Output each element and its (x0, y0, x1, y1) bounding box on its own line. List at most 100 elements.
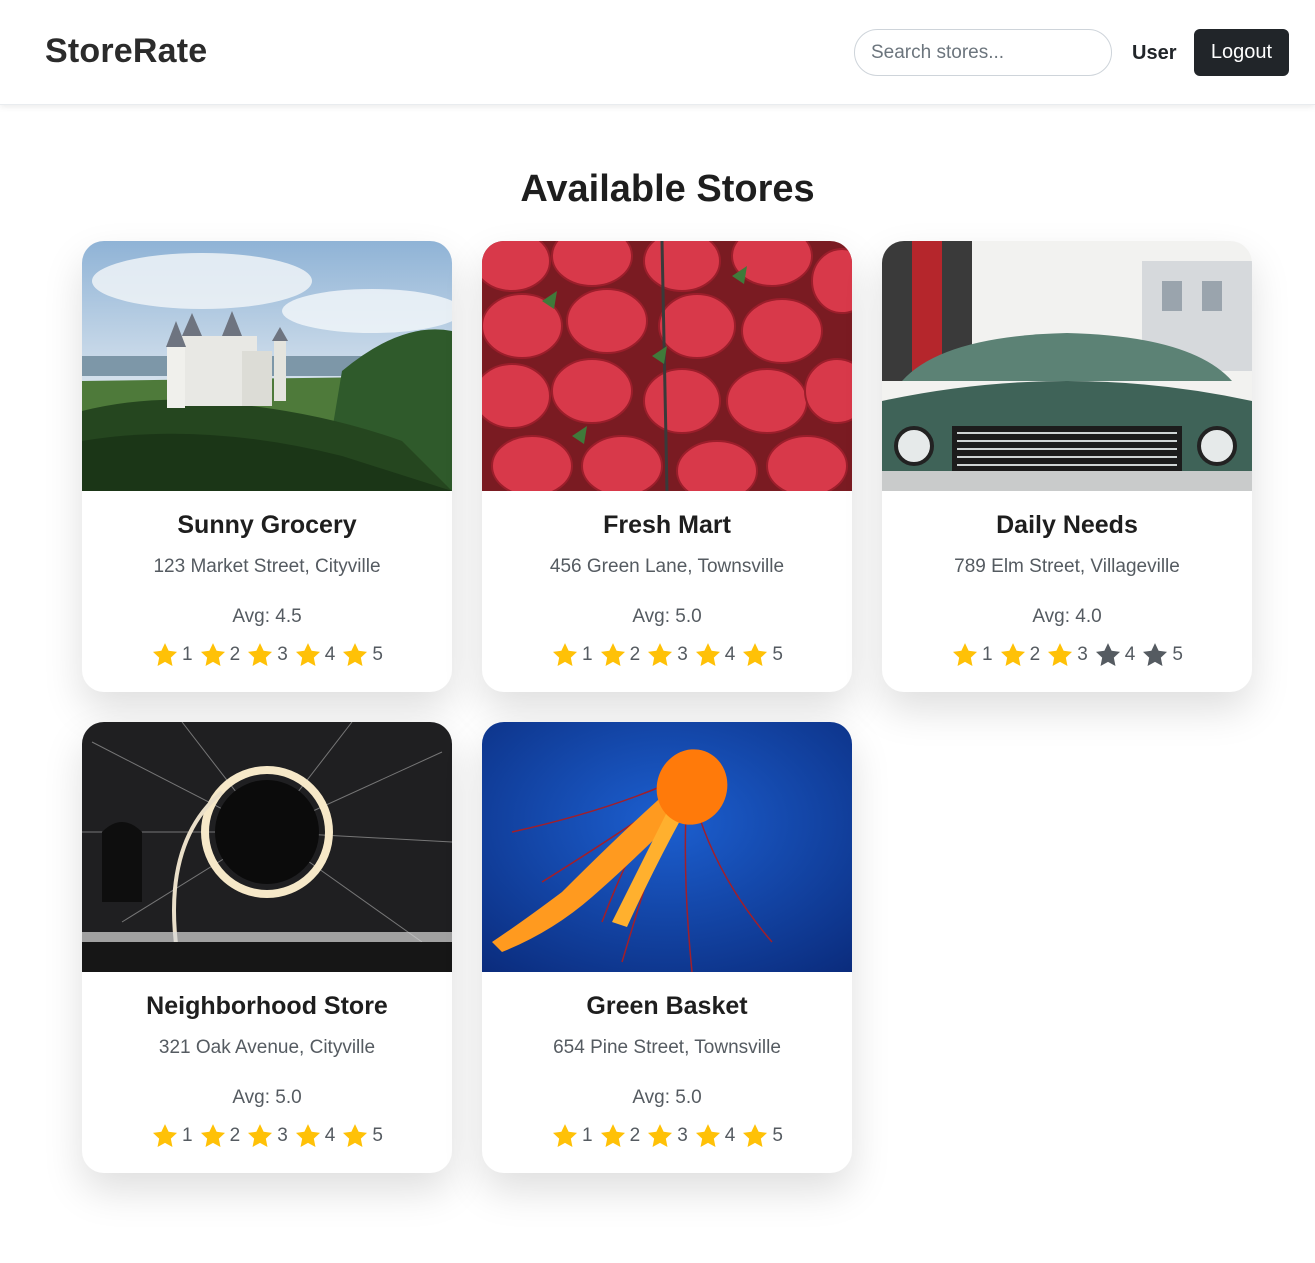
star-number: 5 (372, 644, 383, 665)
star-icon (200, 1124, 225, 1147)
star-number: 1 (982, 644, 993, 665)
store-name: Sunny Grocery (177, 511, 357, 539)
store-card: Daily Needs 789 Elm Street, Villageville… (882, 241, 1252, 692)
star-number: 4 (324, 644, 336, 665)
star-number: 1 (182, 644, 193, 665)
brand-logo[interactable]: StoreRate (45, 32, 207, 71)
star-rating-button[interactable]: 3 (646, 641, 688, 669)
rating-stars: 1 2 3 4 5 (82, 1122, 452, 1150)
store-address: 789 Elm Street, Villageville (954, 556, 1180, 577)
star-rating-button[interactable]: 4 (294, 641, 336, 669)
star-icon (153, 643, 178, 666)
star-rating-button[interactable]: 5 (341, 1122, 383, 1150)
star-rating-button[interactable]: 1 (951, 641, 993, 669)
star-icon (343, 1124, 368, 1147)
store-name: Neighborhood Store (146, 992, 388, 1020)
star-icon (1095, 643, 1120, 666)
user-label: User (1132, 42, 1177, 64)
star-number: 1 (582, 644, 593, 665)
star-rating-button[interactable]: 5 (741, 1122, 783, 1150)
star-rating-button[interactable]: 1 (151, 1122, 193, 1150)
star-rating-button[interactable]: 5 (341, 641, 383, 669)
star-rating-button[interactable]: 4 (294, 1122, 335, 1150)
star-rating-button[interactable]: 5 (1141, 641, 1183, 669)
star-rating-button[interactable]: 3 (1046, 641, 1088, 669)
star-icon (600, 643, 625, 666)
star-rating-button[interactable]: 3 (646, 1122, 688, 1150)
star-number: 5 (772, 1125, 783, 1146)
star-rating-button[interactable]: 2 (199, 641, 241, 669)
star-number: 3 (677, 644, 688, 665)
star-icon (553, 643, 578, 666)
star-number: 3 (277, 1125, 288, 1146)
store-avg-rating: Avg: 5.0 (232, 1087, 302, 1108)
star-icon (695, 1124, 720, 1147)
star-icon (248, 643, 273, 666)
star-icon (553, 1124, 578, 1147)
star-rating-button[interactable]: 2 (999, 641, 1041, 669)
store-address: 321 Oak Avenue, Cityville (158, 1037, 376, 1058)
store-card: Neighborhood Store 321 Oak Avenue, Cityv… (82, 722, 452, 1173)
star-icon (153, 1124, 178, 1147)
star-rating-button[interactable]: 4 (694, 1122, 736, 1150)
store-address: 123 Market Street, Cityville (153, 556, 381, 577)
star-number: 5 (372, 1125, 383, 1146)
rating-stars: 1 2 3 4 5 (482, 1122, 852, 1150)
star-rating-button[interactable]: 2 (599, 641, 640, 669)
star-icon (743, 1124, 768, 1147)
star-number: 3 (277, 644, 288, 665)
star-icon (695, 643, 720, 666)
star-icon (343, 643, 368, 666)
star-icon (295, 643, 320, 666)
star-number: 1 (182, 1125, 193, 1146)
star-rating-button[interactable]: 3 (246, 641, 288, 669)
star-number: 4 (1124, 644, 1136, 665)
star-number: 2 (1029, 644, 1041, 665)
star-rating-button[interactable]: 4 (694, 641, 736, 669)
search-input[interactable] (854, 29, 1112, 76)
star-number: 2 (629, 1125, 641, 1146)
star-icon (1048, 643, 1073, 666)
star-icon (648, 643, 673, 666)
star-icon (248, 1124, 273, 1147)
store-card: Sunny Grocery 123 Market Street, Cityvil… (82, 241, 452, 692)
store-avg-rating: Avg: 4.5 (232, 606, 302, 627)
navbar: StoreRate User Logout (0, 0, 1315, 105)
rating-stars: 1 2 3 4 5 (482, 641, 852, 669)
store-card: Fresh Mart 456 Green Lane, Townsville Av… (482, 241, 852, 692)
store-address: 654 Pine Street, Townsville (553, 1037, 781, 1058)
star-rating-button[interactable]: 1 (151, 641, 193, 669)
logout-button[interactable]: Logout (1194, 29, 1289, 76)
star-number: 5 (1172, 644, 1183, 665)
store-image (82, 722, 452, 972)
star-number: 4 (724, 644, 736, 665)
star-icon (743, 643, 768, 666)
page-title: Available Stores (520, 168, 815, 210)
star-number: 5 (772, 644, 783, 665)
star-icon (200, 643, 225, 666)
star-rating-button[interactable]: 1 (551, 1122, 593, 1150)
store-avg-rating: Avg: 5.0 (632, 1087, 702, 1108)
star-rating-button[interactable]: 1 (551, 641, 593, 669)
store-name: Green Basket (586, 992, 748, 1020)
star-number: 4 (724, 1125, 736, 1146)
rating-stars: 1 2 3 4 5 (882, 641, 1252, 669)
star-rating-button[interactable]: 2 (599, 1122, 641, 1150)
rating-stars: 1 2 3 4 5 (82, 641, 452, 669)
star-rating-button[interactable]: 5 (741, 641, 783, 669)
star-rating-button[interactable]: 3 (246, 1122, 288, 1150)
store-avg-rating: Avg: 5.0 (632, 606, 702, 627)
store-avg-rating: Avg: 4.0 (1032, 606, 1102, 627)
star-rating-button[interactable]: 4 (1094, 641, 1136, 669)
store-image (482, 722, 852, 972)
store-name: Fresh Mart (603, 511, 731, 539)
star-icon (1000, 643, 1025, 666)
star-number: 3 (1077, 644, 1088, 665)
star-rating-button[interactable]: 2 (199, 1122, 240, 1150)
star-icon (600, 1124, 625, 1147)
store-card: Green Basket 654 Pine Street, Townsville… (482, 722, 852, 1173)
star-number: 2 (229, 644, 241, 665)
store-image (482, 241, 852, 491)
star-icon (953, 643, 978, 666)
star-number: 1 (582, 1125, 593, 1146)
